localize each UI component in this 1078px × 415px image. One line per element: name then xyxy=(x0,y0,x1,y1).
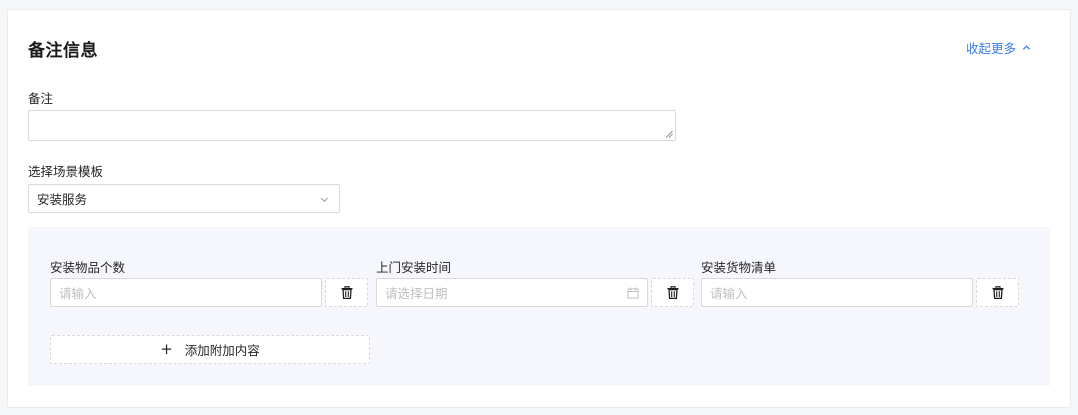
additional-content-panel: 安装物品个数 请输入 上门安装时间 请选择日期 安装货物清单 请输入 + 添加附… xyxy=(28,227,1050,386)
goods-list-input[interactable]: 请输入 xyxy=(701,278,973,307)
collapse-more-label: 收起更多 xyxy=(966,41,1017,56)
scene-template-select[interactable]: 安装服务 xyxy=(28,184,340,213)
scene-template-value: 安装服务 xyxy=(37,192,88,207)
chevron-down-icon xyxy=(320,197,329,203)
remark-textarea[interactable] xyxy=(28,110,676,141)
field-label-install-time: 上门安装时间 xyxy=(376,260,452,275)
item-count-placeholder: 请输入 xyxy=(59,286,97,301)
item-count-input[interactable]: 请输入 xyxy=(50,278,322,307)
calendar-icon xyxy=(627,287,639,299)
remark-label: 备注 xyxy=(28,91,54,106)
goods-list-placeholder: 请输入 xyxy=(710,286,748,301)
section-title: 备注信息 xyxy=(28,41,98,61)
trash-icon xyxy=(992,286,1003,299)
delete-item-count-button[interactable] xyxy=(325,278,368,307)
chevron-up-icon xyxy=(1022,45,1031,50)
plus-icon: + xyxy=(160,340,173,358)
delete-goods-list-button[interactable] xyxy=(976,278,1019,307)
collapse-more-link[interactable]: 收起更多 xyxy=(966,38,1031,57)
scene-template-label: 选择场景模板 xyxy=(28,164,104,179)
field-label-goods-list: 安装货物清单 xyxy=(701,260,777,275)
add-additional-content-label: 添加附加内容 xyxy=(184,343,260,358)
field-label-item-count: 安装物品个数 xyxy=(50,260,126,275)
install-time-placeholder: 请选择日期 xyxy=(385,286,448,301)
add-additional-content-button[interactable]: + 添加附加内容 xyxy=(50,335,370,364)
remark-info-card: 备注信息 收起更多 备注 选择场景模板 安装服务 安装物品个数 请输入 上门安装… xyxy=(7,9,1071,408)
trash-icon xyxy=(667,286,678,299)
install-time-date-picker[interactable]: 请选择日期 xyxy=(376,278,648,307)
trash-icon xyxy=(341,286,352,299)
delete-install-time-button[interactable] xyxy=(651,278,694,307)
resize-grip-icon[interactable] xyxy=(665,130,673,138)
